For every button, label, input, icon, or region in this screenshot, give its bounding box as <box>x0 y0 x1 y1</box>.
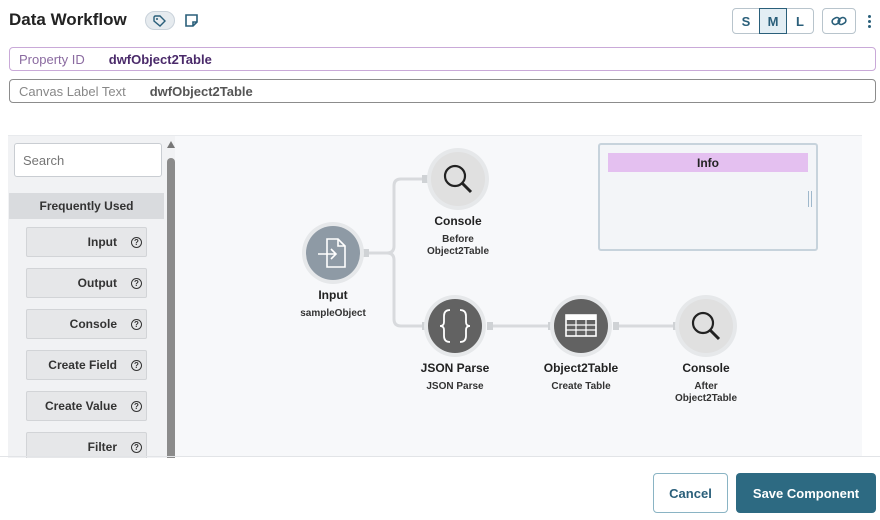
palette-item-label: Create Value <box>44 399 117 413</box>
workflow-editor: Frequently Used Input ? Output ? Console… <box>8 135 862 458</box>
info-panel-title: Info <box>608 153 808 172</box>
node-console-before[interactable] <box>427 148 489 210</box>
help-icon[interactable]: ? <box>131 400 142 412</box>
data-workflow-editor: Data Workflow S M L Property ID dwfObjec… <box>0 0 880 520</box>
node-console-after[interactable] <box>675 295 737 357</box>
node-console-before-title: Console <box>434 214 482 228</box>
scroll-up-arrow-icon[interactable] <box>167 141 175 148</box>
palette-item-create-field[interactable]: Create Field ? <box>26 350 147 380</box>
link-icon <box>831 16 847 26</box>
port-object-out <box>613 322 619 330</box>
link-button[interactable] <box>822 8 856 34</box>
node-palette: Frequently Used Input ? Output ? Console… <box>8 136 175 458</box>
canvas-label-field[interactable]: Canvas Label Text dwfObject2Table <box>9 79 876 103</box>
palette-item-input[interactable]: Input ? <box>26 227 147 257</box>
size-toggle-group: S M L <box>732 8 814 34</box>
help-icon[interactable]: ? <box>131 236 142 248</box>
size-small-button[interactable]: S <box>732 8 760 34</box>
tag-icon <box>153 14 166 27</box>
node-object2table-title: Object2Table <box>543 361 619 375</box>
palette-item-filter[interactable]: Filter ? <box>26 432 147 458</box>
size-large-button[interactable]: L <box>786 8 814 34</box>
more-dot-icon <box>867 19 871 23</box>
palette-item-create-value[interactable]: Create Value ? <box>26 391 147 421</box>
node-json-parse-title: JSON Parse <box>420 361 490 375</box>
node-console-after-subtitle: Object2Table <box>674 393 738 404</box>
node-input-subtitle: sampleObject <box>300 308 366 319</box>
node-json-parse[interactable] <box>424 295 486 357</box>
note-icon <box>184 13 198 27</box>
resize-grip-icon[interactable] <box>808 191 812 207</box>
node-object2table[interactable] <box>550 295 612 357</box>
workflow-canvas[interactable]: Input sampleObject Console Before Object… <box>175 136 862 458</box>
node-console-after-subtitle: After <box>694 381 718 392</box>
palette-item-label: Create Field <box>48 358 117 372</box>
palette-item-label: Input <box>87 235 117 249</box>
property-id-field[interactable]: Property ID dwfObject2Table <box>9 47 876 71</box>
palette-item-console[interactable]: Console ? <box>26 309 147 339</box>
node-object2table-subtitle: Create Table <box>551 381 611 392</box>
property-id-label: Property ID <box>19 51 85 67</box>
palette-item-label: Output <box>77 276 117 290</box>
save-component-button[interactable]: Save Component <box>736 473 876 513</box>
node-console-before-subtitle: Before <box>442 234 474 245</box>
size-medium-button[interactable]: M <box>759 8 787 34</box>
canvas-label-value: dwfObject2Table <box>149 83 253 99</box>
port-json-out <box>487 322 493 330</box>
node-console-before-subtitle: Object2Table <box>426 246 490 257</box>
more-dot-icon <box>867 14 871 18</box>
palette-item-label: Filter <box>87 440 117 454</box>
more-dot-icon <box>867 24 871 28</box>
palette-item-output[interactable]: Output ? <box>26 268 147 298</box>
note-button[interactable] <box>182 11 200 29</box>
tag-button[interactable] <box>145 11 175 30</box>
palette-item-label: Console <box>69 317 117 331</box>
info-panel[interactable]: Info <box>598 143 818 251</box>
node-console-after-title: Console <box>682 361 730 375</box>
footer-divider <box>0 456 880 457</box>
help-icon[interactable]: ? <box>131 318 142 330</box>
node-input[interactable] <box>302 222 364 284</box>
palette-section-header[interactable]: Frequently Used <box>9 193 164 219</box>
node-json-parse-subtitle: JSON Parse <box>426 381 484 392</box>
property-id-value: dwfObject2Table <box>108 51 212 67</box>
node-input-title: Input <box>318 288 348 302</box>
page-title: Data Workflow <box>9 10 127 29</box>
help-icon[interactable]: ? <box>131 277 142 289</box>
cancel-button[interactable]: Cancel <box>653 473 728 513</box>
palette-scrollbar[interactable] <box>167 158 175 458</box>
help-icon[interactable]: ? <box>131 441 142 453</box>
canvas-label-label: Canvas Label Text <box>19 83 126 99</box>
help-icon[interactable]: ? <box>131 359 142 371</box>
more-options-button[interactable] <box>862 10 876 32</box>
palette-search-input[interactable] <box>14 143 162 177</box>
